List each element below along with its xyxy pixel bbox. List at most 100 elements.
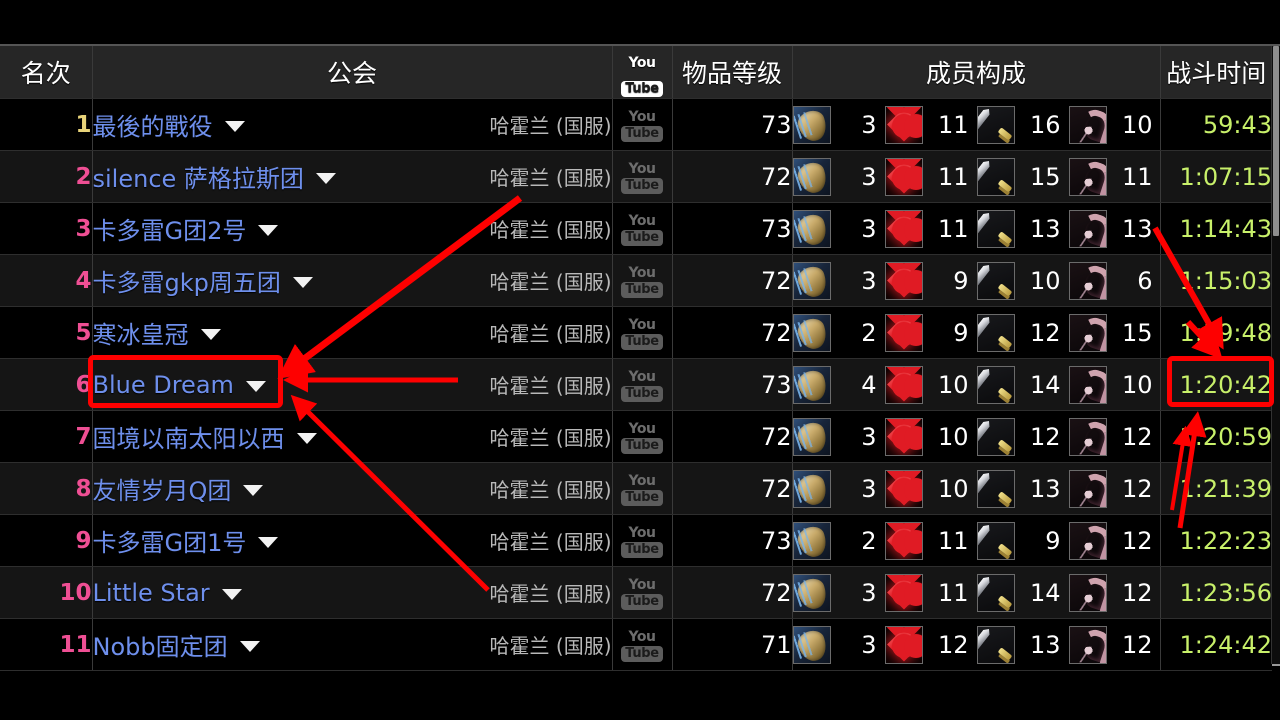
column-header-item-level[interactable]: 物品等级 bbox=[672, 46, 793, 99]
realm-label: 哈霍兰 (国服) bbox=[489, 270, 612, 294]
youtube-icon[interactable]: You Tube bbox=[621, 316, 663, 350]
youtube-cell[interactable]: You Tube bbox=[612, 566, 673, 619]
chevron-down-icon[interactable] bbox=[221, 588, 242, 600]
youtube-cell[interactable]: You Tube bbox=[612, 98, 673, 151]
youtube-cell[interactable]: You Tube bbox=[612, 202, 673, 255]
table-row[interactable]: 10 Little Star 哈霍兰 (国服) You Tube 72 3 11 14 12 1:2… bbox=[0, 566, 1272, 619]
guild-name-link[interactable]: 寒冰皇冠 bbox=[93, 315, 189, 350]
guild-name-link[interactable]: 国境以南太阳以西 bbox=[93, 419, 285, 454]
header-row: 名次 公会 You Tube 物品等级 成员构成 战斗时间 bbox=[0, 46, 1272, 99]
fight-time-cell: 1:21:39 bbox=[1160, 462, 1272, 515]
vertical-scrollbar[interactable] bbox=[1271, 46, 1280, 664]
item-level-cell: 72 bbox=[672, 462, 793, 515]
realm-label: 哈霍兰 (国服) bbox=[489, 634, 612, 658]
youtube-cell[interactable]: You Tube bbox=[612, 514, 673, 567]
guild-name-link[interactable]: Little Star bbox=[93, 579, 210, 607]
realm-label: 哈霍兰 (国服) bbox=[489, 426, 612, 450]
chevron-down-icon[interactable] bbox=[245, 380, 266, 392]
youtube-cell[interactable]: You Tube bbox=[612, 306, 673, 359]
fight-time-cell: 1:14:43 bbox=[1160, 202, 1272, 255]
youtube-icon-top: You bbox=[628, 420, 656, 437]
ranged-dps-role-icon bbox=[1068, 105, 1107, 144]
ranged-dps-role-icon bbox=[1068, 157, 1107, 196]
composition-cell: 3 10 12 12 bbox=[792, 410, 1161, 463]
youtube-icon[interactable]: You Tube bbox=[621, 160, 663, 194]
table-row[interactable]: 1 最後的戰役 哈霍兰 (国服) You Tube 73 3 11 16 10 59:43 bbox=[0, 98, 1272, 151]
guild-name-link[interactable]: 友情岁月Q团 bbox=[93, 471, 232, 506]
table-row[interactable]: 8 友情岁月Q团 哈霍兰 (国服) You Tube 72 3 10 13 12 1:21:39 bbox=[0, 462, 1272, 515]
youtube-icon-bottom: Tube bbox=[621, 81, 663, 97]
item-level-cell: 72 bbox=[672, 410, 793, 463]
chevron-down-icon[interactable] bbox=[258, 224, 279, 236]
youtube-icon[interactable]: You Tube bbox=[621, 108, 663, 142]
youtube-icon[interactable]: You Tube bbox=[621, 420, 663, 454]
youtube-cell[interactable]: You Tube bbox=[612, 410, 673, 463]
table-row[interactable]: 11 Nobb固定团 哈霍兰 (国服) You Tube 71 3 12 13 12 1:24:42 bbox=[0, 618, 1272, 671]
guild-name-link[interactable]: 卡多雷G团1号 bbox=[93, 523, 247, 558]
melee-dps-count: 10 bbox=[1029, 266, 1061, 295]
chevron-down-icon[interactable] bbox=[224, 120, 245, 132]
table-row[interactable]: 5 寒冰皇冠 哈霍兰 (国服) You Tube 72 2 9 12 15 1:19:48 bbox=[0, 306, 1272, 359]
column-header-guild[interactable]: 公会 bbox=[92, 46, 613, 99]
table-row[interactable]: 3 卡多雷G团2号 哈霍兰 (国服) You Tube 73 3 11 13 13 1:14:43 bbox=[0, 202, 1272, 255]
chevron-down-icon[interactable] bbox=[258, 536, 279, 548]
guild-name-link[interactable]: 最後的戰役 bbox=[93, 107, 213, 142]
tank-role-icon bbox=[792, 365, 831, 404]
youtube-icon[interactable]: You Tube bbox=[621, 264, 663, 298]
guild-cell: 寒冰皇冠 哈霍兰 (国服) bbox=[92, 306, 613, 359]
youtube-cell[interactable]: You Tube bbox=[612, 462, 673, 515]
chevron-down-icon[interactable] bbox=[243, 484, 264, 496]
melee-dps-role-icon bbox=[976, 261, 1015, 300]
column-header-fight-time[interactable]: 战斗时间 bbox=[1160, 46, 1272, 99]
healer-role-icon bbox=[884, 521, 923, 560]
chevron-down-icon[interactable] bbox=[292, 276, 313, 288]
composition-cell: 4 10 14 10 bbox=[792, 358, 1161, 411]
column-header-composition[interactable]: 成员构成 bbox=[792, 46, 1161, 99]
chevron-down-icon[interactable] bbox=[200, 328, 221, 340]
column-header-youtube[interactable]: You Tube bbox=[612, 46, 673, 99]
column-header-rank[interactable]: 名次 bbox=[0, 46, 93, 99]
youtube-icon[interactable]: You Tube bbox=[621, 628, 663, 662]
youtube-icon[interactable]: You Tube bbox=[621, 212, 663, 246]
youtube-icon[interactable]: You Tube bbox=[621, 524, 663, 558]
scrollbar-thumb[interactable] bbox=[1273, 46, 1279, 236]
ranged-dps-count: 15 bbox=[1121, 318, 1153, 347]
youtube-icon[interactable]: You Tube bbox=[621, 472, 663, 506]
item-level-cell: 73 bbox=[672, 514, 793, 567]
table-row[interactable]: 2 silence 萨格拉斯团 哈霍兰 (国服) You Tube 72 3 11 15 11 1:… bbox=[0, 150, 1272, 203]
table-header: 名次 公会 You Tube 物品等级 成员构成 战斗时间 bbox=[0, 46, 1272, 99]
guild-name-link[interactable]: Blue Dream bbox=[93, 371, 234, 399]
youtube-cell[interactable]: You Tube bbox=[612, 358, 673, 411]
rank-cell: 7 bbox=[0, 410, 93, 463]
youtube-icon-top: You bbox=[628, 316, 656, 333]
youtube-cell[interactable]: You Tube bbox=[612, 150, 673, 203]
youtube-icon[interactable]: You Tube bbox=[621, 576, 663, 610]
table-row[interactable]: 7 国境以南太阳以西 哈霍兰 (国服) You Tube 72 3 10 12 12 1:20:59 bbox=[0, 410, 1272, 463]
guild-name-link[interactable]: 卡多雷G团2号 bbox=[93, 211, 247, 246]
rank-cell: 6 bbox=[0, 358, 93, 411]
table-row[interactable]: 4 卡多雷gkp周五团 哈霍兰 (国服) You Tube 72 3 9 10 6 1:15:03 bbox=[0, 254, 1272, 307]
melee-dps-count: 12 bbox=[1029, 318, 1061, 347]
healer-count: 9 bbox=[953, 318, 969, 347]
table-row[interactable]: 6 Blue Dream 哈霍兰 (国服) You Tube 73 4 10 14 10 1:20:… bbox=[0, 358, 1272, 411]
melee-dps-role-icon bbox=[976, 625, 1015, 664]
rank-cell: 4 bbox=[0, 254, 93, 307]
youtube-cell[interactable]: You Tube bbox=[612, 618, 673, 671]
guild-name-link[interactable]: Nobb固定团 bbox=[93, 627, 228, 662]
guild-name-link[interactable]: silence 萨格拉斯团 bbox=[93, 159, 304, 194]
chevron-down-icon[interactable] bbox=[315, 172, 336, 184]
chevron-down-icon[interactable] bbox=[239, 640, 260, 652]
table-row[interactable]: 9 卡多雷G团1号 哈霍兰 (国服) You Tube 73 2 11 9 12 1:22:23 bbox=[0, 514, 1272, 567]
realm-label: 哈霍兰 (国服) bbox=[489, 374, 612, 398]
chevron-down-icon[interactable] bbox=[296, 432, 317, 444]
fight-time-cell: 1:22:23 bbox=[1160, 514, 1272, 567]
guild-name-link[interactable]: 卡多雷gkp周五团 bbox=[93, 263, 281, 298]
healer-count: 11 bbox=[937, 578, 969, 607]
youtube-cell[interactable]: You Tube bbox=[612, 254, 673, 307]
item-level-cell: 73 bbox=[672, 98, 793, 151]
healer-role-icon bbox=[884, 625, 923, 664]
youtube-icon[interactable]: You Tube bbox=[621, 368, 663, 402]
guild-cell: Blue Dream 哈霍兰 (国服) bbox=[92, 358, 613, 411]
ranking-table: 名次 公会 You Tube 物品等级 成员构成 战斗时间 1 最後的戰役 哈霍兰 … bbox=[0, 46, 1272, 671]
composition-cell: 3 11 16 10 bbox=[792, 98, 1161, 151]
